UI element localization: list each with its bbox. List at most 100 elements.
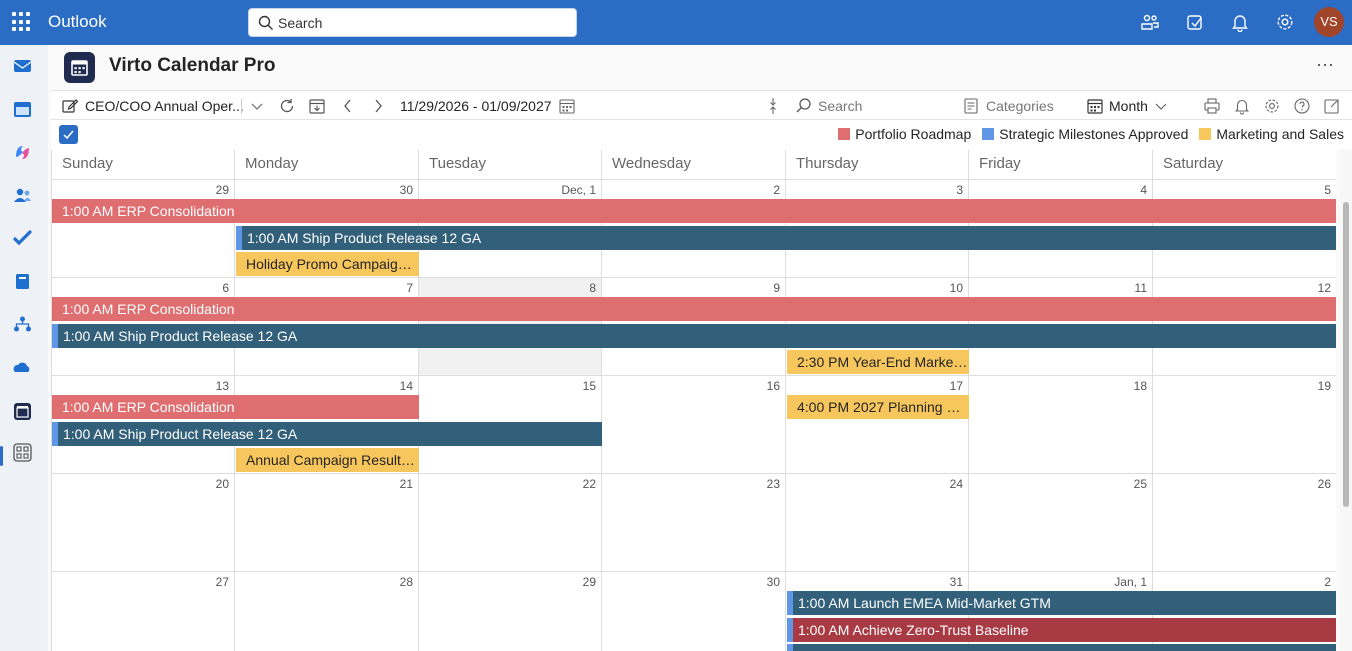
- day-number[interactable]: 2: [1324, 575, 1331, 589]
- help-button[interactable]: [1293, 91, 1311, 121]
- day-number[interactable]: 7: [406, 281, 413, 295]
- day-number[interactable]: 8: [589, 281, 596, 295]
- day-cell[interactable]: 26: [1153, 474, 1336, 572]
- day-cell[interactable]: 25: [969, 474, 1153, 572]
- day-number[interactable]: 20: [216, 477, 229, 491]
- today-button[interactable]: [308, 91, 326, 121]
- calendar-event[interactable]: 4:00 PM 2027 Planning Kic...: [787, 395, 969, 419]
- day-number[interactable]: 3: [956, 183, 963, 197]
- avatar[interactable]: VS: [1314, 7, 1344, 37]
- day-number[interactable]: 10: [950, 281, 963, 295]
- calendar-event[interactable]: 1:00 AM Ship Product Release 12 GA: [236, 225, 1336, 250]
- legend-item[interactable]: Strategic Milestones Approved: [982, 126, 1188, 142]
- view-selector[interactable]: Month: [1086, 91, 1170, 121]
- day-number[interactable]: 2: [773, 183, 780, 197]
- day-cell[interactable]: 29: [419, 572, 602, 651]
- day-number[interactable]: 24: [950, 477, 963, 491]
- day-number[interactable]: 4: [1140, 183, 1147, 197]
- calendar-search[interactable]: Search: [795, 91, 862, 121]
- day-number[interactable]: 16: [767, 379, 780, 393]
- global-search[interactable]: [248, 8, 577, 37]
- notes-icon[interactable]: [1185, 12, 1205, 32]
- virto-calendar-icon[interactable]: [12, 401, 33, 422]
- people-icon[interactable]: [12, 185, 33, 206]
- day-number[interactable]: 27: [216, 575, 229, 589]
- day-number[interactable]: 15: [583, 379, 596, 393]
- calendar-event[interactable]: 1:00 AM Launch EMEA Mid-Market GTM: [787, 591, 1336, 615]
- calendar-settings-button[interactable]: [1263, 91, 1281, 121]
- day-number[interactable]: 26: [1318, 477, 1331, 491]
- print-button[interactable]: [1203, 91, 1221, 121]
- day-number[interactable]: 6: [222, 281, 229, 295]
- app-launcher-icon[interactable]: [12, 12, 32, 32]
- calendar-event[interactable]: 1:00 AM Achieve Zero-Trust Baseline: [787, 617, 1336, 642]
- day-number[interactable]: 29: [216, 183, 229, 197]
- day-number[interactable]: 17: [950, 379, 963, 393]
- day-cell[interactable]: 20: [52, 474, 235, 572]
- alerts-button[interactable]: [1233, 91, 1251, 121]
- expand-button[interactable]: [1323, 91, 1341, 121]
- day-cell[interactable]: 19: [1153, 376, 1336, 474]
- todo-icon[interactable]: [12, 228, 33, 249]
- day-number[interactable]: Dec, 1: [561, 183, 596, 197]
- calendar-event[interactable]: 2:30 PM Year-End Marketin...: [787, 350, 969, 374]
- day-cell[interactable]: 27: [52, 572, 235, 651]
- onedrive-icon[interactable]: [12, 357, 33, 378]
- day-number[interactable]: 28: [400, 575, 413, 589]
- day-number[interactable]: 30: [767, 575, 780, 589]
- sort-button[interactable]: [764, 91, 782, 121]
- date-range-picker[interactable]: 11/29/2026 - 01/09/2027: [400, 91, 576, 121]
- categories-button[interactable]: Categories: [963, 91, 1054, 121]
- calendar-scrollbar[interactable]: [1340, 150, 1352, 651]
- calendar-event[interactable]: Annual Campaign Results P...: [236, 448, 419, 472]
- mail-icon[interactable]: [12, 55, 33, 76]
- calendar-icon[interactable]: [12, 99, 33, 120]
- day-cell[interactable]: 29: [52, 180, 235, 278]
- legend-item[interactable]: Marketing and Sales: [1199, 126, 1344, 142]
- day-number[interactable]: 23: [767, 477, 780, 491]
- day-number[interactable]: 19: [1318, 379, 1331, 393]
- calendar-dropdown[interactable]: [248, 91, 266, 121]
- more-options-icon[interactable]: ⋯: [1316, 55, 1335, 76]
- day-cell[interactable]: 16: [602, 376, 786, 474]
- day-number[interactable]: 25: [1134, 477, 1147, 491]
- day-number[interactable]: 22: [583, 477, 596, 491]
- day-cell[interactable]: 18: [969, 376, 1153, 474]
- select-all-checkbox[interactable]: [59, 125, 78, 144]
- bell-icon[interactable]: [1230, 12, 1250, 32]
- day-cell[interactable]: 22: [419, 474, 602, 572]
- org-icon[interactable]: [12, 314, 33, 335]
- day-cell[interactable]: 24: [786, 474, 969, 572]
- settings-icon[interactable]: [1275, 12, 1295, 32]
- day-number[interactable]: 12: [1318, 281, 1331, 295]
- day-cell[interactable]: 28: [235, 572, 419, 651]
- day-number[interactable]: 31: [950, 575, 963, 589]
- global-search-input[interactable]: [278, 12, 568, 33]
- legend-item[interactable]: Portfolio Roadmap: [838, 126, 971, 142]
- previous-button[interactable]: [339, 91, 357, 121]
- calendar-event[interactable]: 1:00 AM ERP Consolidation: [52, 395, 419, 419]
- calendar-event[interactable]: 1:00 AM ERP Consolidation: [52, 297, 1336, 321]
- scrollbar-thumb[interactable]: [1343, 202, 1349, 507]
- apps-icon[interactable]: [12, 442, 33, 463]
- teams-icon[interactable]: [1140, 12, 1160, 32]
- outlook-brand[interactable]: Outlook: [48, 12, 107, 32]
- calendar-event[interactable]: 1:00 AM ERP Consolidation: [52, 199, 1336, 223]
- day-number[interactable]: 11: [1135, 281, 1147, 295]
- day-cell[interactable]: 23: [602, 474, 786, 572]
- day-number[interactable]: 21: [400, 477, 413, 491]
- day-number[interactable]: 29: [583, 575, 596, 589]
- calendar-event[interactable]: [787, 644, 1336, 651]
- day-cell[interactable]: 17: [786, 376, 969, 474]
- calendar-event[interactable]: Holiday Promo Campaign ...: [236, 252, 419, 276]
- day-number[interactable]: 30: [400, 183, 413, 197]
- calendar-selector[interactable]: CEO/COO Annual Oper...: [61, 91, 244, 121]
- next-button[interactable]: [369, 91, 387, 121]
- day-number[interactable]: 5: [1324, 183, 1331, 197]
- day-cell[interactable]: 21: [235, 474, 419, 572]
- copilot-icon[interactable]: [12, 142, 33, 163]
- day-number[interactable]: 9: [773, 281, 780, 295]
- calendar-event[interactable]: 1:00 AM Ship Product Release 12 GA: [52, 421, 602, 446]
- day-number[interactable]: Jan, 1: [1114, 575, 1147, 589]
- refresh-button[interactable]: [278, 91, 296, 121]
